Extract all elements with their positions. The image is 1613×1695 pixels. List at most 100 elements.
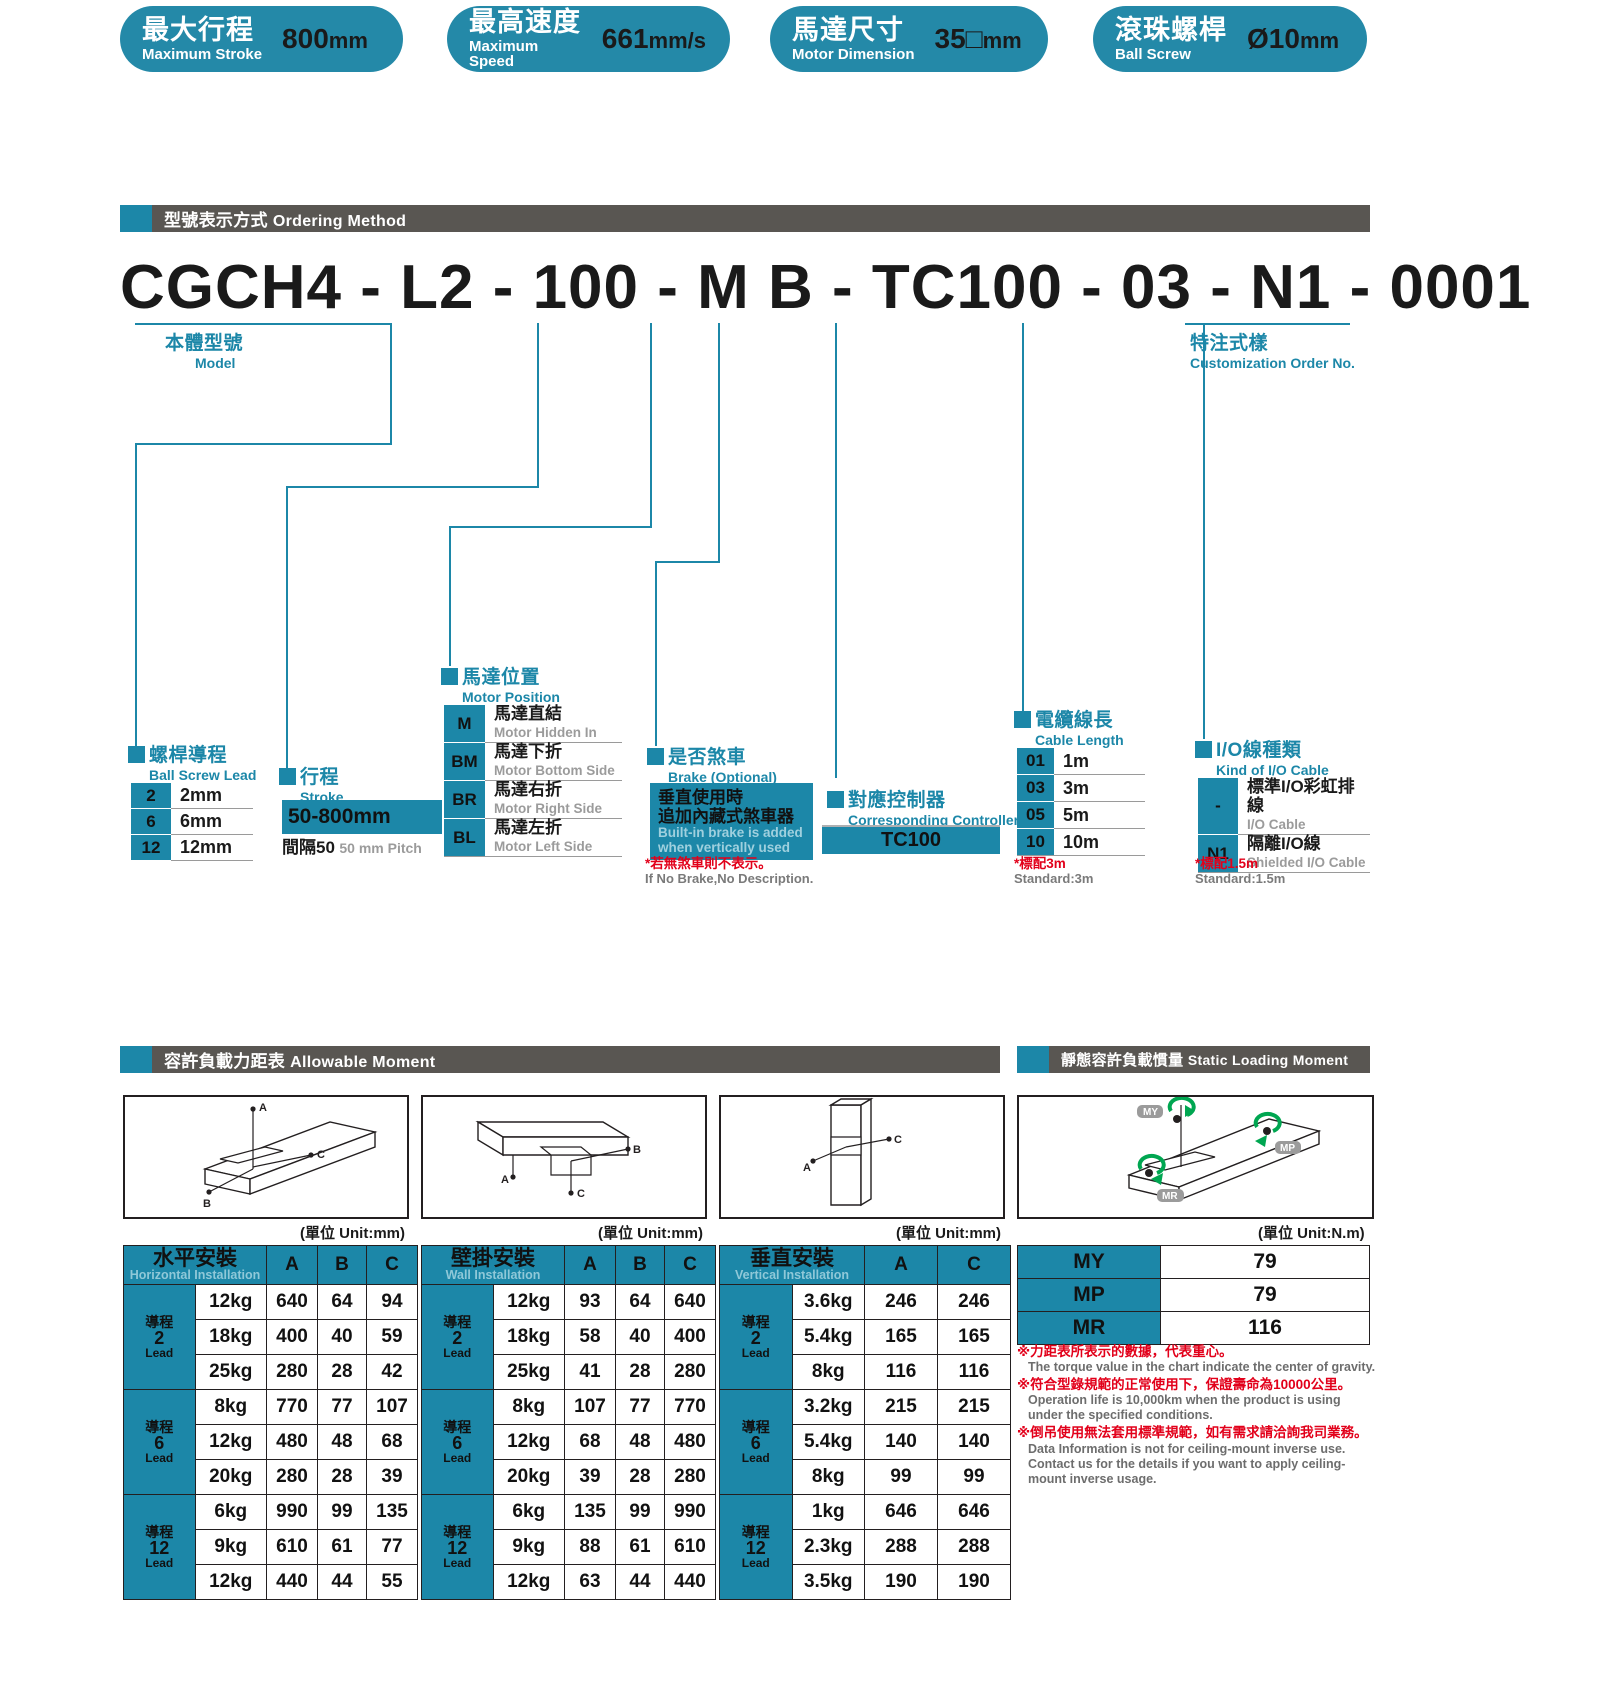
value-cell: 280: [664, 1459, 716, 1495]
column-header-a: A: [266, 1245, 318, 1285]
column-header-c: C: [366, 1245, 418, 1285]
option-brake-cn-line1: 垂直使用時: [658, 788, 743, 807]
spec-pill-motor-dimension: 馬達尺寸 Motor Dimension 35□mm: [770, 6, 1048, 72]
option-table-motor-position: M 馬達直結 Motor Hidden In BM 馬達下折 Motor Bot…: [444, 705, 622, 857]
spec-pill-unit: mm: [328, 28, 368, 53]
option-title-cn: I/O線種類: [1216, 740, 1302, 761]
vertical-axis-diagram-svg: A C: [803, 1097, 902, 1207]
value-cell: 215: [864, 1389, 938, 1425]
unit-label-static: (單位 Unit:N.m): [1258, 1225, 1365, 1242]
option-stroke-range-box[interactable]: 50-800mm: [282, 800, 442, 834]
value-cell: 59: [366, 1319, 418, 1355]
spec-pill-label-cn: 最大行程: [142, 14, 254, 45]
option-brake-note-cn: *若無煞車則不表示。: [645, 856, 772, 871]
value-cell: 39: [564, 1459, 616, 1495]
lead-group-label: 導程 2 Lead: [719, 1284, 793, 1390]
spec-pill-number: 800: [282, 23, 329, 54]
option-stroke-pitch-en: 50 mm Pitch: [339, 840, 422, 856]
load-cell: 18kg: [492, 1319, 565, 1355]
option-brake-box[interactable]: 垂直使用時 追加內藏式煞車器 Built-in brake is added w…: [650, 783, 813, 860]
option-row[interactable]: 2 2mm: [131, 783, 253, 809]
value-cell: 990: [266, 1494, 318, 1530]
value-cell: 140: [864, 1424, 938, 1460]
callout-model-cn: 本體型號: [165, 333, 244, 354]
option-key: BM: [444, 742, 485, 781]
table-header-row: 壁掛安裝 Wall Installation A B C: [421, 1245, 716, 1285]
leader-line-io-v1: [1203, 323, 1205, 591]
lead-en: Lead: [145, 1556, 174, 1571]
option-controller-box[interactable]: TC100: [822, 827, 1000, 854]
value-cell: 440: [266, 1564, 318, 1600]
callout-underline-custom: [1185, 323, 1350, 325]
spec-pill-value: Ø10mm: [1227, 23, 1363, 55]
value-cell: 107: [366, 1389, 418, 1425]
diagram-wall-installation: A B C: [421, 1095, 707, 1219]
spec-pill-value: 800mm: [262, 23, 392, 55]
callout-model: 本體型號 Model: [165, 328, 243, 371]
table-row: 導程 2 Lead 12kg 93 64 640: [421, 1284, 716, 1390]
column-header-a: A: [564, 1245, 616, 1285]
spec-pill-labels: 最高速度 Maximum Speed: [447, 9, 582, 70]
option-row[interactable]: 10 10m: [1017, 828, 1145, 856]
option-row[interactable]: M 馬達直結 Motor Hidden In: [444, 705, 622, 743]
spec-pill-maximum-stroke: 最大行程 Maximum Stroke 800mm: [120, 6, 403, 72]
option-value-text: 2mm: [180, 785, 223, 805]
option-row[interactable]: 6 6mm: [131, 808, 253, 835]
table-wall-installation: 壁掛安裝 Wall Installation A B C 導程 2 Lead 1…: [421, 1245, 716, 1600]
leader-line-motorpos-v2: [449, 526, 451, 666]
option-row[interactable]: BM 馬達下折 Motor Bottom Side: [444, 742, 622, 781]
static-value: 116: [1160, 1311, 1370, 1345]
option-row[interactable]: 05 5m: [1017, 801, 1145, 829]
table-title-cn: 壁掛安裝: [451, 1247, 535, 1271]
value-cell: 288: [864, 1529, 938, 1565]
static-note-2-cn: ※倒吊使用無法套用標準規範，如有需求請洽詢我司業務。: [1017, 1425, 1368, 1441]
option-row[interactable]: 03 3m: [1017, 774, 1145, 802]
static-key: MR: [1017, 1311, 1161, 1345]
value-cell: 93: [564, 1284, 616, 1320]
option-row[interactable]: BL 馬達左折 Motor Left Side: [444, 818, 622, 857]
value-cell: 77: [615, 1389, 665, 1425]
option-row[interactable]: 12 12mm: [131, 834, 253, 861]
option-head-stroke: 行程 Stroke: [279, 762, 344, 805]
option-value: 5m: [1054, 801, 1145, 829]
value-cell: 116: [937, 1354, 1011, 1390]
value-cell: 61: [615, 1529, 665, 1565]
option-value: 10m: [1054, 828, 1145, 856]
lead-cn: 導程: [741, 1418, 770, 1435]
option-row[interactable]: 01 1m: [1017, 748, 1145, 775]
table-row: MY 79: [1017, 1245, 1370, 1279]
static-note-0-cn: ※力距表所表示的數據，代表重心。: [1017, 1344, 1233, 1359]
option-key: 6: [131, 808, 171, 835]
leader-line-cable-v1: [1022, 323, 1024, 608]
section-header-allowable-moment: 容許負載力距表 Allowable Moment: [120, 1046, 1000, 1073]
spec-pill-ball-screw: 滾珠螺桿 Ball Screw Ø10mm: [1093, 6, 1367, 72]
option-row[interactable]: - 標準I/O彩虹排線 I/O Cable: [1198, 778, 1370, 835]
section-title-cn: 靜態容許負載慣量: [1061, 1052, 1184, 1069]
section-accent-tab: [1017, 1046, 1049, 1073]
spec-pill-unit: mm/s: [648, 28, 706, 53]
value-cell: 44: [317, 1564, 367, 1600]
table-title-cell: 垂直安裝 Vertical Installation: [719, 1245, 865, 1285]
callout-custom-en: Customization Order No.: [1190, 355, 1355, 371]
svg-text:MR: MR: [1162, 1191, 1178, 1202]
lead-num: 2: [750, 1327, 761, 1348]
option-key: 05: [1017, 801, 1054, 829]
load-cell: 6kg: [492, 1494, 565, 1530]
lead-cn: 導程: [145, 1418, 174, 1435]
table-row: 導程 12 Lead 1kg 646 646: [719, 1494, 1011, 1600]
spec-pill-number: 35□: [934, 23, 983, 54]
option-key: 2: [131, 783, 171, 809]
spec-pill-label-en: Motor Dimension: [792, 45, 915, 63]
lead-num: 6: [154, 1432, 165, 1453]
lead-group-label: 導程 12 Lead: [719, 1494, 793, 1600]
lead-cn: 導程: [145, 1313, 174, 1330]
value-cell: 40: [317, 1319, 367, 1355]
load-cell: 12kg: [492, 1564, 565, 1600]
load-cell: 8kg: [492, 1389, 565, 1425]
option-row[interactable]: BR 馬達右折 Motor Right Side: [444, 780, 622, 819]
section-title-cn: 容許負載力距表: [164, 1052, 286, 1071]
load-cell: 12kg: [492, 1424, 565, 1460]
table-row: 導程 12 Lead 6kg 990 99 135: [123, 1494, 418, 1600]
value-cell: 107: [564, 1389, 616, 1425]
callout-customization: 特注式樣 Customization Order No.: [1190, 328, 1355, 371]
